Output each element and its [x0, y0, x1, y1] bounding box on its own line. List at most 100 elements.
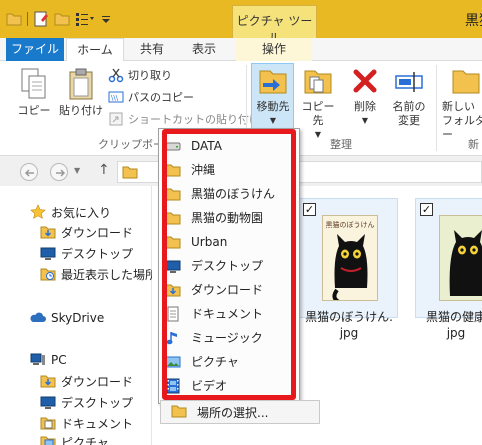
- cut-button[interactable]: 切り取り: [108, 65, 172, 85]
- file-name: 黒猫の健康 jpg: [416, 309, 482, 341]
- star-icon: [30, 204, 46, 219]
- dropdown-arrow-icon[interactable]: [100, 11, 112, 27]
- tab-home[interactable]: ホーム: [66, 38, 124, 62]
- paste-shortcut-button[interactable]: ショートカットの貼り付け: [108, 109, 260, 129]
- paste-button[interactable]: 貼り付け: [58, 67, 104, 118]
- pc-icon: [30, 353, 45, 365]
- menu-item-label: Urban: [191, 234, 228, 249]
- drive-icon: [165, 138, 181, 154]
- rename-label-line2: 変更: [398, 114, 420, 127]
- paste-icon: [69, 68, 93, 100]
- menu-item-downloads[interactable]: ダウンロード: [165, 278, 293, 301]
- title-bar: ピクチャ ツール 黒猫: [0, 0, 482, 45]
- file-name-line2: jpg: [339, 326, 359, 340]
- nav-item-favorites[interactable]: お気に入り: [30, 202, 111, 222]
- menu-item-label: 黒猫の動物園: [191, 211, 264, 225]
- forward-arrow-icon: [56, 169, 66, 177]
- file-checkbox[interactable]: ✓: [303, 203, 316, 216]
- nav-label: お気に入り: [51, 205, 112, 220]
- back-button[interactable]: [20, 163, 38, 181]
- menu-item-data-drive[interactable]: DATA: [165, 134, 293, 157]
- paste-shortcut-icon: [109, 112, 123, 126]
- move-to-icon: [259, 70, 287, 94]
- download-folder-icon: [40, 375, 56, 388]
- new-folder-icon: [452, 70, 480, 94]
- copy-to-icon: [304, 70, 332, 94]
- copy-label: コピー: [17, 104, 51, 117]
- delete-button[interactable]: 削除 ▼: [347, 65, 383, 128]
- menu-item-videos[interactable]: ビデオ: [165, 374, 293, 397]
- nav-item-pc[interactable]: PC: [30, 350, 67, 370]
- tab-view[interactable]: 表示: [182, 38, 226, 61]
- skydrive-icon: [30, 312, 46, 322]
- cut-label: 切り取り: [128, 69, 172, 82]
- new-folder-button[interactable]: 新しい フォルダー: [442, 65, 482, 142]
- folder-icon: [122, 166, 138, 179]
- menu-item-music[interactable]: ミュージック: [165, 326, 293, 349]
- new-group-label: 新: [468, 138, 479, 151]
- menu-item-urban[interactable]: Urban: [165, 230, 293, 253]
- paste-label: 貼り付け: [59, 104, 103, 117]
- window-title: 黒猫: [465, 13, 482, 29]
- menu-item-kuroneko-bouken[interactable]: 黒猫のぼうけん: [165, 182, 293, 205]
- up-arrow-icon[interactable]: ↑: [98, 162, 110, 178]
- copy-path-icon: \\\: [108, 91, 124, 103]
- properties-icon[interactable]: [33, 11, 49, 27]
- copy-path-label: パスのコピー: [128, 91, 194, 104]
- tab-share[interactable]: 共有: [130, 38, 174, 61]
- tab-file[interactable]: ファイル: [6, 38, 64, 61]
- nav-item-downloads[interactable]: ダウンロード: [40, 222, 133, 242]
- menu-item-pictures[interactable]: ピクチャ: [165, 350, 293, 373]
- delete-icon: [353, 69, 377, 93]
- nav-item-desktop[interactable]: デスクトップ: [40, 243, 133, 263]
- menu-item-desktop[interactable]: デスクトップ: [165, 254, 293, 277]
- choose-location-menu-item[interactable]: 場所の選択...: [160, 400, 320, 424]
- nav-item-documents[interactable]: ドキュメント: [40, 413, 133, 433]
- copy-button[interactable]: コピー: [14, 67, 54, 118]
- scissors-icon: [108, 68, 124, 83]
- book-cover-thumbnail: [439, 215, 482, 301]
- rename-label-line1: 名前の: [392, 100, 426, 113]
- nav-label: ピクチャ: [61, 435, 109, 445]
- organize-group-label: 整理: [330, 138, 352, 151]
- file-checkbox[interactable]: ✓: [420, 203, 433, 216]
- rename-icon: [395, 72, 423, 92]
- file-name: 黒猫のぼうけん. jpg: [289, 309, 409, 341]
- ribbon-tabs: ファイル ホーム 共有 表示 操作: [0, 38, 482, 62]
- music-icon: [165, 330, 181, 346]
- file-item[interactable]: ✓ 黒猫の健康 jpg: [415, 198, 482, 340]
- folder-icon: [165, 186, 181, 202]
- separator: [27, 12, 28, 26]
- nav-label: ダウンロード: [61, 225, 134, 240]
- nav-item-pc-desktop[interactable]: デスクトップ: [40, 392, 133, 412]
- menu-item-kuroneko-zoo[interactable]: 黒猫の動物園: [165, 206, 293, 229]
- move-to-button[interactable]: 移動先 ▼: [252, 65, 294, 128]
- move-to-label: 移動先: [256, 100, 290, 113]
- file-name-line1: 黒猫の健康: [425, 310, 482, 324]
- nav-label: SkyDrive: [51, 311, 105, 325]
- menu-item-documents[interactable]: ドキュメント: [165, 302, 293, 325]
- documents-icon: [165, 306, 181, 322]
- back-arrow-icon: [24, 169, 34, 177]
- recent-locations-chevron-icon[interactable]: ▼: [74, 166, 80, 175]
- nav-item-pictures[interactable]: ピクチャ: [40, 432, 109, 445]
- folder-icon: [165, 210, 181, 226]
- rename-button[interactable]: 名前の 変更: [388, 65, 430, 128]
- menu-item-label: ビデオ: [191, 379, 228, 393]
- folder-icon[interactable]: [6, 11, 22, 27]
- nav-item-recent-places[interactable]: 最近表示した場所: [40, 264, 157, 284]
- menu-item-label: ダウンロード: [191, 283, 264, 297]
- forward-button[interactable]: [50, 163, 68, 181]
- copy-to-button[interactable]: コピー先 ▼: [297, 65, 339, 142]
- desktop-icon: [165, 258, 181, 274]
- tab-manage[interactable]: 操作: [236, 38, 312, 61]
- new-folder-icon[interactable]: [54, 11, 70, 27]
- nav-item-pc-downloads[interactable]: ダウンロード: [40, 371, 133, 391]
- nav-item-skydrive[interactable]: SkyDrive: [30, 308, 104, 328]
- file-item[interactable]: ✓ 黒猫のぼうけん 黒猫のぼうけん. jpg: [298, 198, 398, 340]
- menu-item-okinawa[interactable]: 沖縄: [165, 158, 293, 181]
- customize-qat-icon[interactable]: [75, 11, 95, 27]
- nav-label: 最近表示した場所: [61, 267, 158, 282]
- pictures-icon: [165, 354, 181, 370]
- copy-path-button[interactable]: \\\ パスのコピー: [108, 87, 194, 107]
